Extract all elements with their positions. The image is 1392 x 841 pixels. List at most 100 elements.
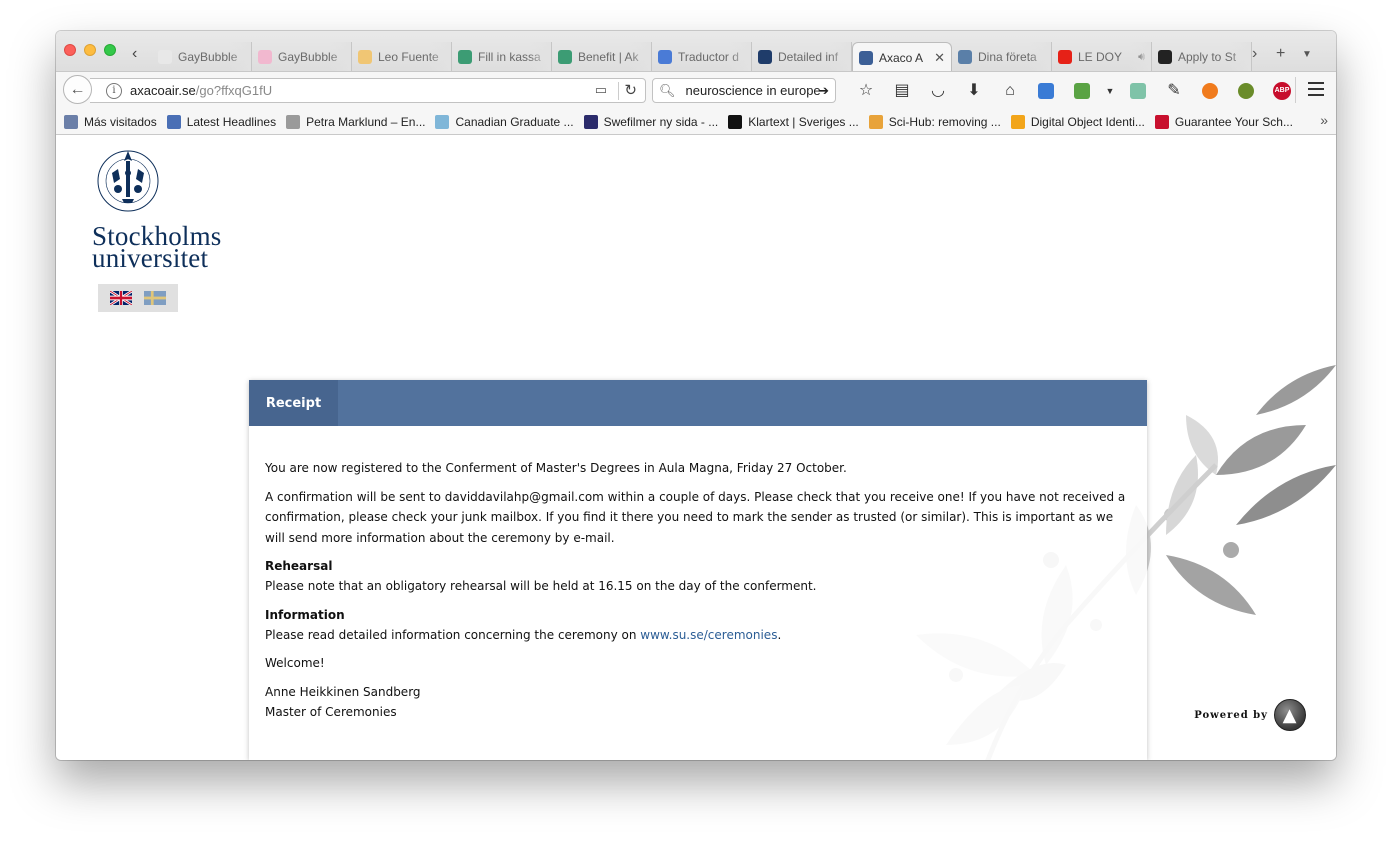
tab-favicon-icon bbox=[358, 50, 372, 64]
browser-tab[interactable]: Fill in kassa bbox=[452, 42, 552, 72]
extension-dropdown-icon[interactable]: ▼ bbox=[1100, 81, 1120, 101]
tool-extension-icon[interactable]: ✎ bbox=[1156, 81, 1192, 101]
browser-tab[interactable]: GayBubble bbox=[252, 42, 352, 72]
tab-favicon-icon bbox=[859, 50, 873, 65]
bookmark-item[interactable]: Swefilmer ny sida - ... bbox=[583, 114, 718, 129]
globe-extension-icon[interactable] bbox=[1228, 81, 1264, 101]
receipt-body: You are now registered to the Conferment… bbox=[265, 458, 1135, 723]
browser-window: ‹ GayBubble GayBubble Leo Fuente Fill in ka… bbox=[56, 31, 1336, 760]
signature-name: Anne Heikkinen Sandberg bbox=[265, 684, 421, 699]
tabs-scroll-right-icon[interactable]: › bbox=[1252, 45, 1257, 63]
information-text: Please read detailed information concern… bbox=[265, 625, 1135, 646]
tabs-scroll-left-icon[interactable]: ‹ bbox=[132, 45, 137, 63]
stockholm-university-logo[interactable]: Stockholms universitet bbox=[92, 143, 242, 272]
powered-by-label: Powered by bbox=[1194, 709, 1268, 721]
flame-extension-icon[interactable] bbox=[1192, 81, 1228, 101]
zoom-window-button[interactable] bbox=[104, 44, 116, 56]
bookmark-favicon-icon bbox=[166, 114, 181, 129]
tab-favicon-icon bbox=[458, 50, 472, 64]
information-text-prefix: Please read detailed information concern… bbox=[265, 627, 641, 642]
site-info-icon[interactable]: i bbox=[106, 82, 122, 99]
browser-tab[interactable]: Apply to St bbox=[1152, 42, 1252, 72]
tab-fade bbox=[829, 42, 851, 72]
powered-by[interactable]: Powered by ▲ bbox=[1194, 699, 1306, 731]
bookmark-favicon-icon bbox=[435, 114, 450, 129]
information-text-suffix: . bbox=[777, 627, 782, 642]
tab-label: Axaco A bbox=[879, 50, 924, 65]
bookmark-star-icon[interactable]: ☆ bbox=[848, 81, 884, 101]
search-input[interactable]: neuroscience in europe bbox=[686, 83, 821, 98]
ceremonies-link[interactable]: www.su.se/ceremonies bbox=[640, 628, 777, 642]
browser-tab[interactable]: GayBubble bbox=[152, 42, 252, 72]
registration-message: You are now registered to the Conferment… bbox=[265, 461, 847, 475]
bookmark-label: Petra Marklund – En... bbox=[306, 114, 426, 129]
browser-tab[interactable]: Benefit | Ak bbox=[552, 42, 652, 72]
information-heading: Information bbox=[265, 607, 345, 622]
bookmark-item[interactable]: Más visitados bbox=[64, 114, 157, 129]
close-window-button[interactable] bbox=[64, 44, 76, 56]
axaco-logo-icon: ▲ bbox=[1274, 699, 1306, 731]
browser-tab[interactable]: LE DOY🔊︎ bbox=[1052, 42, 1152, 72]
bookmark-item[interactable]: Petra Marklund – En... bbox=[286, 114, 426, 129]
bookmark-favicon-icon bbox=[64, 114, 78, 129]
browser-tab[interactable]: Dina företa bbox=[952, 42, 1052, 72]
bookmark-favicon-icon bbox=[286, 114, 301, 129]
bookmark-favicon-icon bbox=[583, 114, 598, 129]
bookmarks-overflow-icon[interactable]: » bbox=[1320, 112, 1328, 128]
new-tab-button[interactable]: + bbox=[1276, 45, 1285, 63]
tab-fade bbox=[1129, 42, 1151, 72]
welcome-text: Welcome! bbox=[265, 656, 325, 670]
pocket-icon[interactable]: ◡ bbox=[920, 81, 956, 101]
bookmark-label: Latest Headlines bbox=[186, 114, 277, 129]
menu-icon[interactable] bbox=[1308, 82, 1324, 100]
bookmark-label: Canadian Graduate ... bbox=[455, 114, 574, 129]
bookmark-favicon-icon bbox=[868, 114, 883, 129]
url-bar[interactable]: i axacoair.se/go?ffxqG1fU ▭ ↻ bbox=[90, 78, 646, 103]
bookmark-label: Digital Object Identi... bbox=[1030, 114, 1145, 129]
bookmark-item[interactable]: Latest Headlines bbox=[166, 114, 277, 129]
bookmark-item[interactable]: Digital Object Identi... bbox=[1010, 114, 1145, 129]
tab-favicon-icon bbox=[558, 50, 572, 64]
back-button[interactable]: ← bbox=[63, 75, 92, 104]
reload-icon[interactable]: ↻ bbox=[624, 81, 637, 99]
tab-favicon-icon bbox=[1158, 50, 1172, 64]
swedish-flag-icon[interactable] bbox=[144, 291, 166, 305]
home-icon[interactable]: ⌂ bbox=[992, 81, 1028, 101]
bookmark-item[interactable]: Canadian Graduate ... bbox=[435, 114, 574, 129]
search-go-icon[interactable]: ➔ bbox=[818, 83, 829, 99]
tab-favicon-icon bbox=[258, 50, 272, 64]
bookmark-item[interactable]: Guarantee Your Sch... bbox=[1154, 114, 1293, 129]
browser-tab[interactable]: Leo Fuente bbox=[352, 42, 452, 72]
bookmark-favicon-icon bbox=[1154, 114, 1169, 129]
page-content: Stockholms universitet Receipt You are n… bbox=[56, 135, 1336, 760]
tab-favicon-icon bbox=[1058, 50, 1072, 64]
browser-tab[interactable]: Axaco A ✕ bbox=[852, 42, 952, 72]
tab-fade bbox=[1029, 42, 1051, 72]
chat-extension-icon[interactable] bbox=[1028, 81, 1064, 101]
browser-tab[interactable]: Traductor d bbox=[652, 42, 752, 72]
university-seal-icon bbox=[97, 150, 159, 212]
receipt-header-bar: Receipt bbox=[249, 380, 1147, 426]
uk-flag-icon[interactable] bbox=[110, 291, 132, 305]
rehearsal-heading: Rehearsal bbox=[265, 559, 333, 573]
tab-fade bbox=[329, 42, 351, 72]
search-bar[interactable]: 🔍︎ neuroscience in europe ➔ bbox=[652, 78, 836, 103]
translate-extension-icon[interactable] bbox=[1120, 81, 1156, 101]
close-tab-icon[interactable]: ✕ bbox=[934, 50, 945, 66]
tab-list-menu-icon[interactable]: ▼ bbox=[1302, 49, 1312, 60]
s3-extension-icon[interactable] bbox=[1064, 81, 1100, 101]
reading-list-icon[interactable]: ▤ bbox=[884, 81, 920, 101]
reader-view-icon[interactable]: ▭ bbox=[595, 82, 607, 98]
tab-receipt[interactable]: Receipt bbox=[249, 380, 338, 426]
minimize-window-button[interactable] bbox=[84, 44, 96, 56]
search-icon: 🔍︎ bbox=[659, 82, 676, 98]
bookmark-favicon-icon bbox=[728, 114, 743, 129]
confirmation-message: A confirmation will be sent to daviddavi… bbox=[265, 489, 1126, 545]
browser-tab[interactable]: Detailed inf bbox=[752, 42, 852, 72]
bookmark-item[interactable]: Sci-Hub: removing ... bbox=[868, 114, 1001, 129]
bookmark-item[interactable]: Klartext | Sveriges ... bbox=[728, 114, 859, 129]
tab-favicon-icon bbox=[958, 50, 972, 64]
downloads-icon[interactable]: ⬇ bbox=[956, 81, 992, 101]
tab-strip: ‹ GayBubble GayBubble Leo Fuente Fill in ka… bbox=[56, 31, 1336, 76]
bookmarks-toolbar: Más visitados Latest Headlines Petra Markl… bbox=[56, 109, 1336, 135]
